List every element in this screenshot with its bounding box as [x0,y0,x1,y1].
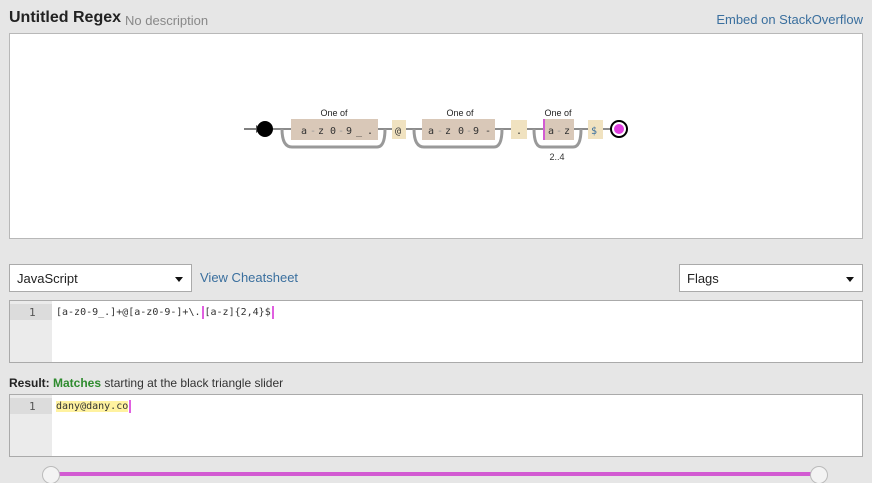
group-1-char-4: 9 [346,126,352,137]
chevron-down-icon [175,277,183,282]
slider-track [54,472,816,476]
start-node [257,121,273,137]
group-3-repeat: 2..4 [549,152,564,162]
header: Untitled Regex No description Embed on S… [9,9,863,31]
flags-select[interactable]: Flags [679,264,863,292]
group-3-label: One of [544,108,572,118]
group-1-char-6: . [367,126,373,137]
result-status: Matches [53,376,102,390]
test-code[interactable]: dany@dany.co [56,399,132,415]
regex-code[interactable]: [a-z0-9_.]+@[a-z0-9-]+\. [a-z]{2,4}$ [56,305,275,321]
match-range-slider[interactable] [42,466,828,483]
page-title[interactable]: Untitled Regex [9,9,121,27]
result-line: Result: Matches starting at the black tr… [9,376,283,390]
group-2-dash-1: - [437,126,443,137]
group-1-char-2: z [318,126,324,137]
group-2-char-3: 0 [458,126,464,137]
literal-dollar: $ [591,126,597,137]
regex-editor-gutter: 1 [10,301,52,362]
page-description[interactable]: No description [125,13,208,28]
embed-link[interactable]: Embed on StackOverflow [716,12,863,27]
group-3-dash-1: - [556,126,562,137]
flags-select-value: Flags [687,271,719,286]
cheatsheet-link[interactable]: View Cheatsheet [200,270,298,285]
regex-end-mark [271,305,274,319]
regex-code-part-1: [a-z0-9_.]+@[a-z0-9-]+\. [56,307,201,318]
test-editor-gutter: 1 [10,395,52,456]
group-3-cursor-mark [543,119,545,140]
regex-editor[interactable]: 1 [a-z0-9_.]+@[a-z0-9-]+\. [a-z]{2,4}$ [9,300,863,363]
group-3-char-2: z [564,126,570,137]
result-label: Result: [9,376,50,390]
group-1-dash-1: - [310,126,316,137]
test-match-text: dany@dany.co [56,401,129,412]
language-select-value: JavaScript [17,271,78,286]
group-2-char-2: z [445,126,451,137]
group-1-char-5: _ [356,126,363,137]
group-2-char-4: 9 [473,126,479,137]
group-2-char-5: - [485,126,491,137]
regex-line-number: 1 [29,306,36,319]
literal-dot: . [516,126,522,137]
group-1-label: One of [320,108,348,118]
test-line-number: 1 [29,400,36,413]
group-3-char-1: a [548,126,554,137]
slider-start-handle[interactable] [42,466,60,483]
result-text: starting at the black triangle slider [104,376,284,390]
regex-diagram: One of a - z 0 - 9 _ . @ One of a - z 0 … [9,33,863,239]
group-2-char-1: a [428,126,434,137]
end-node-fill [614,124,624,134]
regex-code-part-2: [a-z]{2,4}$ [204,307,271,318]
test-editor[interactable]: 1 dany@dany.co [9,394,863,457]
language-select[interactable]: JavaScript [9,264,192,292]
chevron-down-icon [846,277,854,282]
group-2-dash-2: - [466,126,472,137]
regex-cursor-mark [201,305,204,319]
slider-end-handle[interactable] [810,466,828,483]
group-2-label: One of [446,108,474,118]
group-1-char-3: 0 [330,126,336,137]
group-1-dash-2: - [338,126,344,137]
regex-railroad-svg: One of a - z 0 - 9 _ . @ One of a - z 0 … [244,108,628,162]
literal-at: @ [395,126,401,137]
test-cursor-mark [129,399,132,413]
group-1-char-1: a [301,126,307,137]
